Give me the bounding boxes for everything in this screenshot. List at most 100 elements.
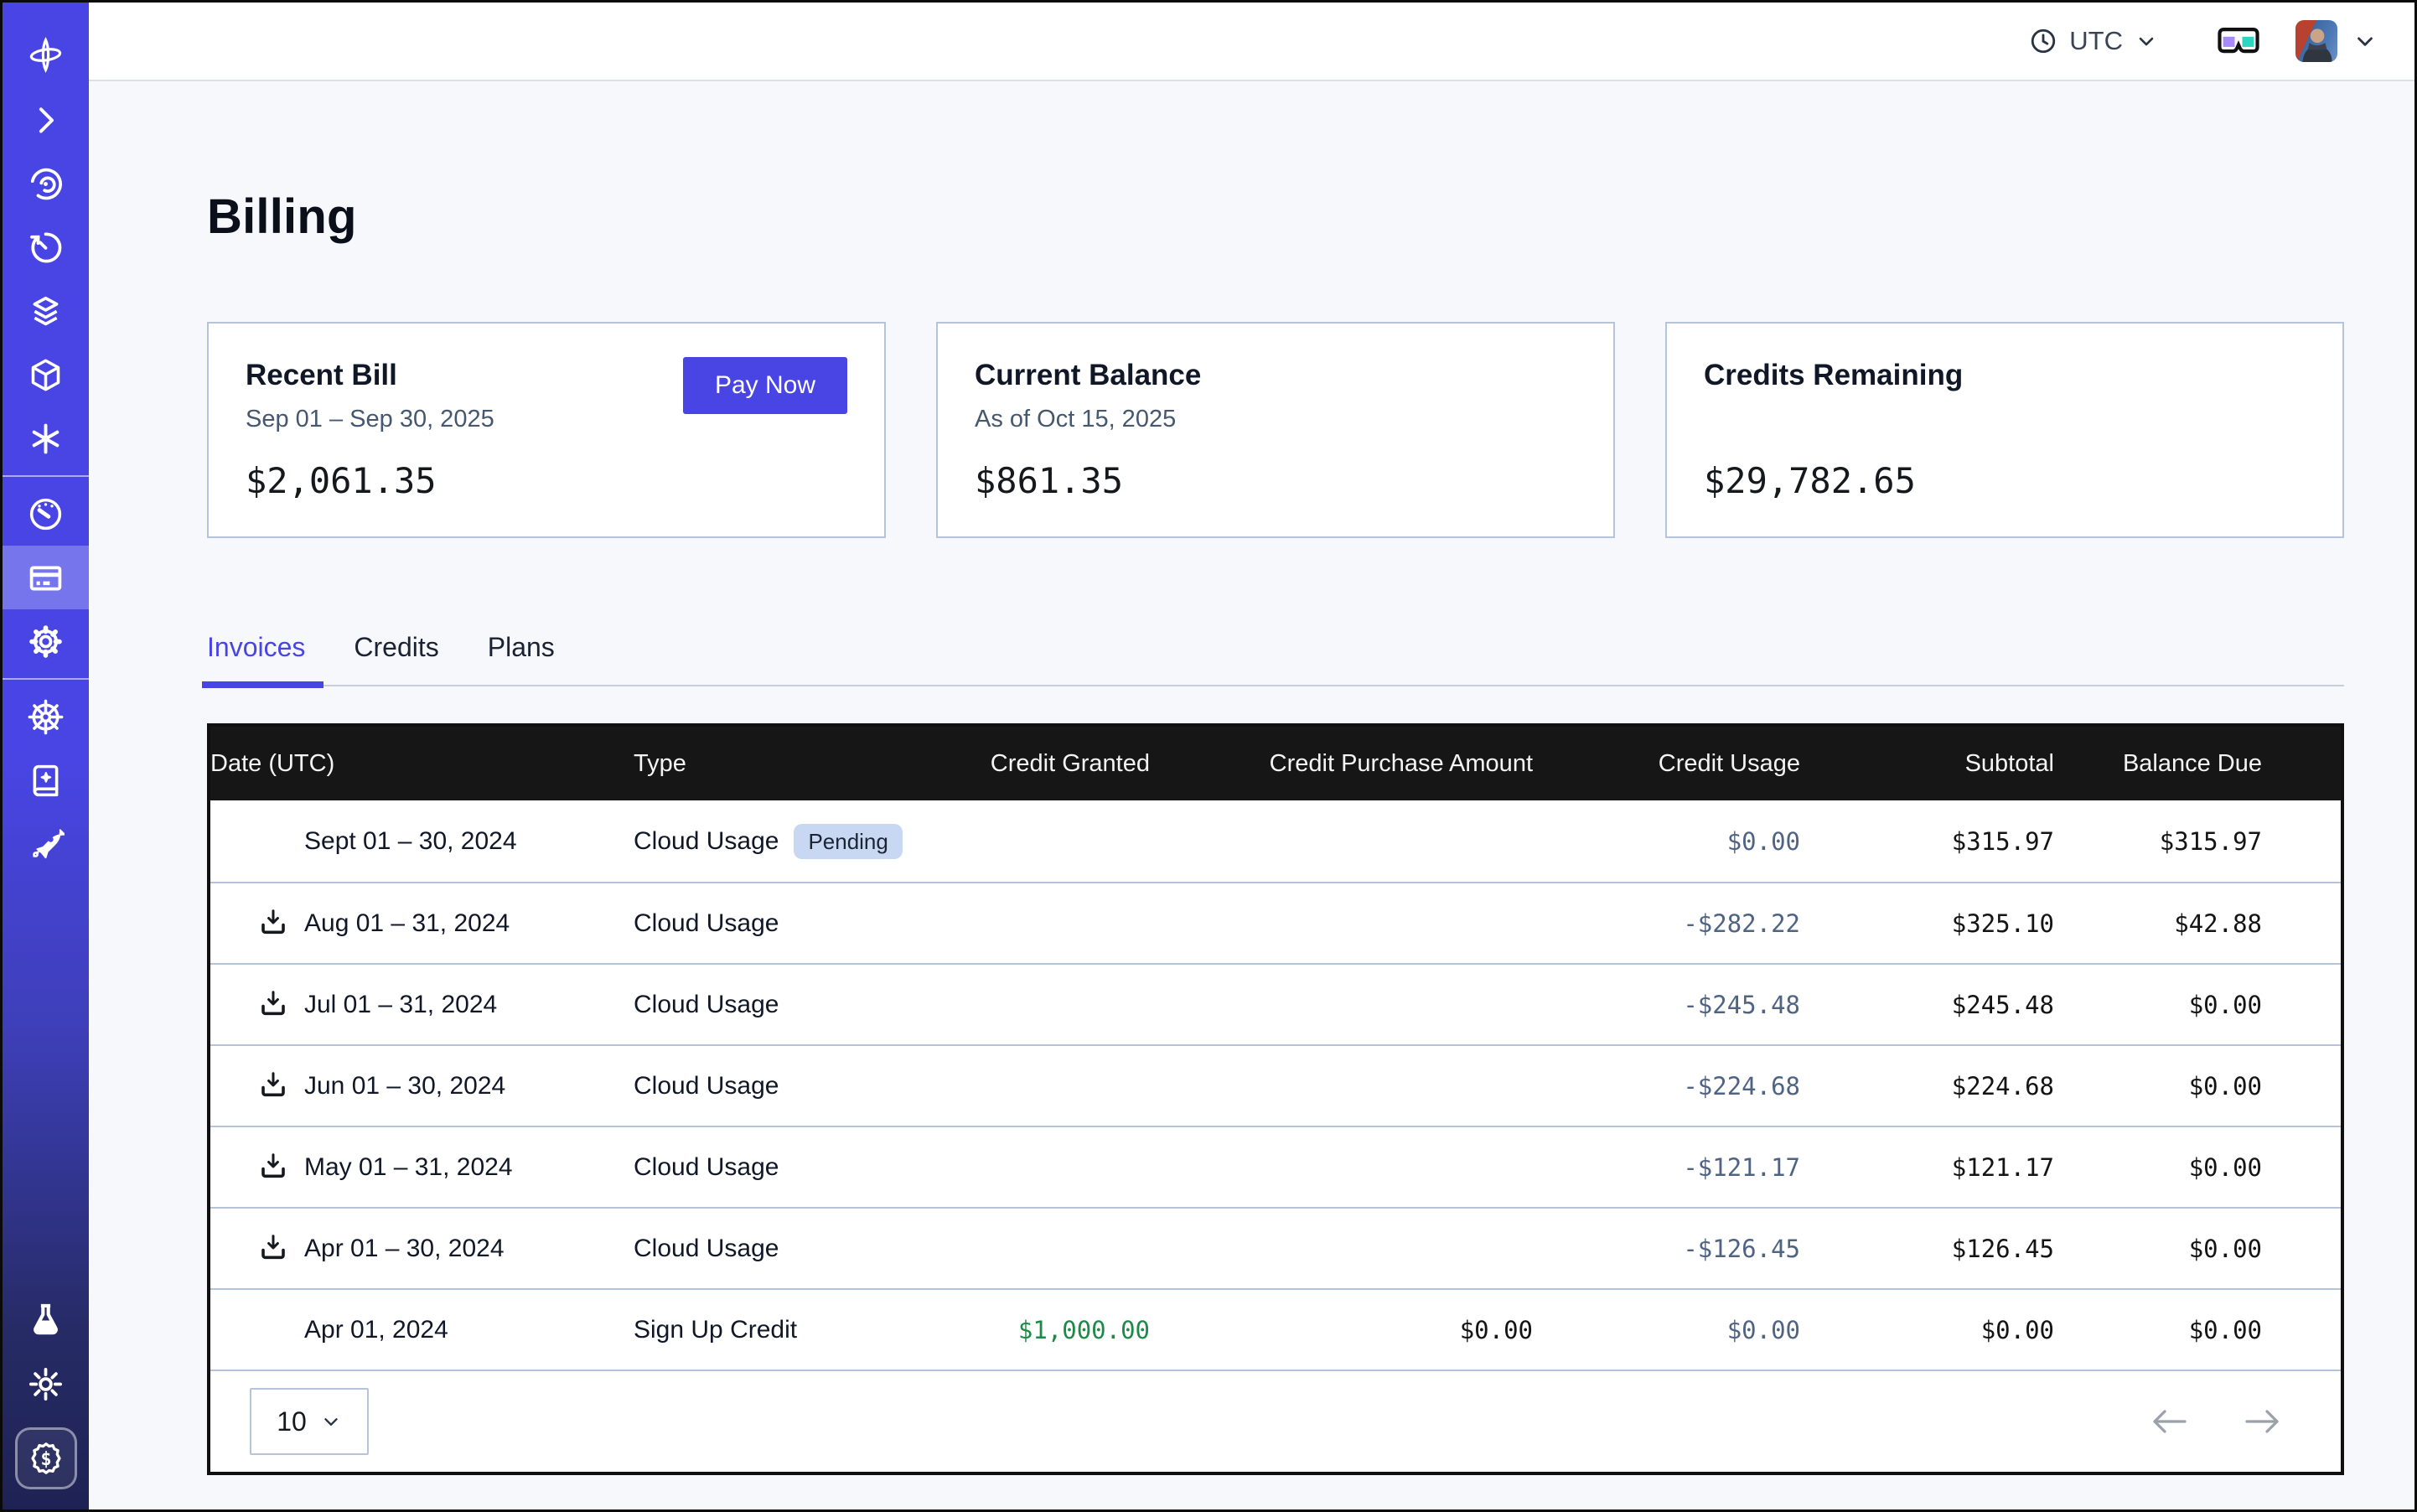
subtotal-value: $224.68 <box>1800 1072 2054 1100</box>
credit-usage-value: $0.00 <box>1533 1316 1800 1344</box>
column-header: Balance Due <box>2054 750 2262 778</box>
type-cell: Cloud Usage <box>634 1235 932 1263</box>
book-sparkle-icon[interactable] <box>3 748 89 812</box>
sun-icon[interactable] <box>3 1352 89 1416</box>
type-cell: Cloud Usage <box>634 909 932 938</box>
type-cell: Cloud Usage <box>634 1072 932 1100</box>
balance-due-value: $0.00 <box>2054 1235 2262 1263</box>
credit-granted-value: $1,000.00 <box>932 1316 1150 1344</box>
clock-icon <box>2029 27 2057 55</box>
chevron-down-icon[interactable] <box>2352 28 2378 54</box>
credits-remaining-card: Credits Remaining $29,782.65 <box>1665 322 2344 538</box>
credit-usage-value: $0.00 <box>1533 827 1800 856</box>
3d-glasses-icon[interactable] <box>2217 24 2260 58</box>
table-footer: 10 <box>210 1370 2341 1472</box>
page-title: Billing <box>207 189 2344 245</box>
page-size-value: 10 <box>277 1406 307 1437</box>
rocket-icon[interactable] <box>3 812 89 876</box>
credit-usage-value: -$121.17 <box>1533 1153 1800 1182</box>
table-row: May 01 – 31, 2024 Cloud Usage -$121.17 $… <box>210 1126 2341 1207</box>
type-cell: Cloud Usage <box>634 991 932 1019</box>
main-content: Billing Recent Bill Sep 01 – Sep 30, 202… <box>89 81 2414 1509</box>
table-row: Aug 01 – 31, 2024 Cloud Usage -$282.22 $… <box>210 882 2341 963</box>
table-row: Sept 01 – 30, 2024 Cloud Usage Pending $… <box>210 800 2341 882</box>
download-invoice-icon[interactable] <box>258 1069 292 1103</box>
card-amount: $2,061.35 <box>246 460 847 501</box>
gear-icon[interactable] <box>3 609 89 673</box>
subtotal-value: $245.48 <box>1800 991 2054 1019</box>
spiral-eye-icon[interactable] <box>3 152 89 215</box>
previous-page-arrow-icon[interactable] <box>2150 1407 2188 1436</box>
date-cell: Sept 01 – 30, 2024 <box>210 825 634 858</box>
card-subtitle <box>1704 406 2306 434</box>
table-row: Jun 01 – 30, 2024 Cloud Usage -$224.68 $… <box>210 1044 2341 1126</box>
download-invoice-icon[interactable] <box>258 988 292 1022</box>
recent-bill-card: Recent Bill Sep 01 – Sep 30, 2025 $2,061… <box>207 322 886 538</box>
sidebar-divider <box>3 678 89 680</box>
chevron-right-icon[interactable] <box>3 88 89 152</box>
invoice-date: Jun 01 – 30, 2024 <box>304 1072 505 1100</box>
dollar-badge-button[interactable]: $ <box>15 1427 77 1489</box>
next-page-arrow-icon[interactable] <box>2244 1407 2282 1436</box>
credit-card-icon[interactable] <box>3 546 89 609</box>
balance-due-value: $0.00 <box>2054 1153 2262 1182</box>
balance-due-value: $0.00 <box>2054 1316 2262 1344</box>
tab-credits[interactable]: Credits <box>354 632 438 685</box>
table-body: Sept 01 – 30, 2024 Cloud Usage Pending $… <box>210 800 2341 1370</box>
topbar: UTC <box>89 3 2414 81</box>
column-header: Type <box>634 750 932 778</box>
asterisk-icon[interactable] <box>3 406 89 470</box>
subtotal-value: $0.00 <box>1800 1316 2054 1344</box>
credit-usage-value: -$282.22 <box>1533 909 1800 938</box>
avatar[interactable] <box>2295 20 2337 62</box>
timezone-label: UTC <box>2069 26 2123 56</box>
logo-icon[interactable] <box>3 3 89 88</box>
page-size-select[interactable]: 10 <box>250 1388 369 1455</box>
ship-wheel-icon[interactable] <box>3 685 89 748</box>
date-cell: Apr 01 – 30, 2024 <box>210 1232 634 1266</box>
tab-invoices[interactable]: Invoices <box>207 632 305 685</box>
column-header: Credit Usage <box>1533 750 1800 778</box>
type-cell: Cloud Usage <box>634 1153 932 1182</box>
type-cell: Sign Up Credit <box>634 1316 932 1344</box>
column-header: Credit Granted <box>932 750 1150 778</box>
timezone-selector[interactable]: UTC <box>2029 26 2158 56</box>
sidebar-divider <box>3 475 89 477</box>
billing-tabs: Invoices Credits Plans <box>207 632 2344 686</box>
tab-plans[interactable]: Plans <box>488 632 555 685</box>
gauge-icon[interactable] <box>3 482 89 546</box>
invoice-date: Apr 01 – 30, 2024 <box>304 1235 505 1263</box>
invoice-date: Aug 01 – 31, 2024 <box>304 909 510 938</box>
download-invoice-icon[interactable] <box>258 907 292 940</box>
table-row: Apr 01, 2024 Sign Up Credit $1,000.00 $0… <box>210 1288 2341 1370</box>
date-cell: Apr 01, 2024 <box>210 1313 634 1347</box>
download-invoice-icon[interactable] <box>258 1232 292 1266</box>
subtotal-value: $325.10 <box>1800 909 2054 938</box>
chevron-down-icon <box>2135 29 2158 53</box>
invoice-type: Cloud Usage <box>634 909 779 938</box>
pay-now-button[interactable]: Pay Now <box>683 357 847 414</box>
invoice-date: Sept 01 – 30, 2024 <box>304 827 517 856</box>
timer-icon[interactable] <box>3 215 89 279</box>
date-cell: Jul 01 – 31, 2024 <box>210 988 634 1022</box>
invoice-date: Apr 01, 2024 <box>304 1316 448 1344</box>
invoice-type: Sign Up Credit <box>634 1316 797 1344</box>
invoice-date: May 01 – 31, 2024 <box>304 1153 513 1182</box>
dollar-badge-icon: $ <box>28 1440 65 1477</box>
layers-icon[interactable] <box>3 279 89 343</box>
invoice-type: Cloud Usage <box>634 991 779 1019</box>
table-row: Apr 01 – 30, 2024 Cloud Usage -$126.45 $… <box>210 1207 2341 1288</box>
subtotal-value: $315.97 <box>1800 827 2054 856</box>
download-invoice-icon[interactable] <box>258 1151 292 1184</box>
chevron-down-icon <box>320 1411 342 1432</box>
cube-icon[interactable] <box>3 343 89 406</box>
date-cell: Jun 01 – 30, 2024 <box>210 1069 634 1103</box>
flask-icon[interactable] <box>3 1288 89 1352</box>
pagination-arrows <box>2150 1407 2282 1436</box>
invoice-date: Jul 01 – 31, 2024 <box>304 991 497 1019</box>
card-amount: $29,782.65 <box>1704 460 2306 501</box>
status-badge: Pending <box>794 824 902 859</box>
date-cell: Aug 01 – 31, 2024 <box>210 907 634 940</box>
card-subtitle: As of Oct 15, 2025 <box>975 406 1576 434</box>
balance-due-value: $0.00 <box>2054 1072 2262 1100</box>
